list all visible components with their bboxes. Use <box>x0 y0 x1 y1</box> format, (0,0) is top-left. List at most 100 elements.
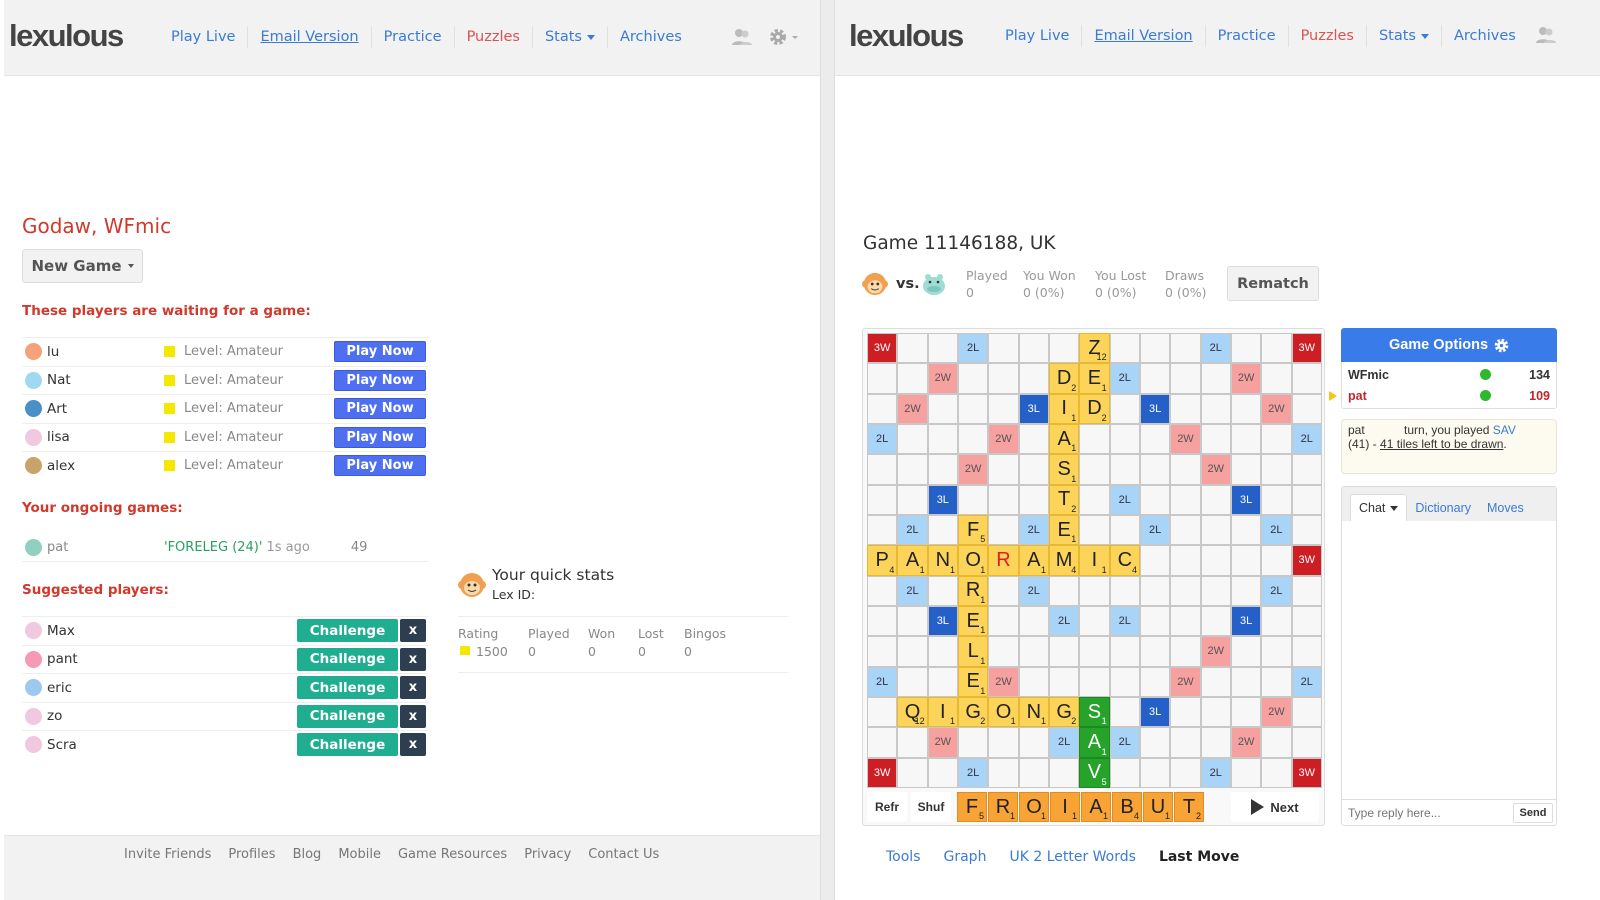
play-now-button[interactable]: Play Now <box>334 341 426 363</box>
tab-tools[interactable]: Tools <box>886 849 921 865</box>
board-tile[interactable]: A1 <box>1018 545 1049 576</box>
board-square[interactable] <box>1230 423 1262 455</box>
premium-square-3w[interactable]: 3W <box>1291 333 1322 364</box>
board-square[interactable] <box>897 636 928 667</box>
board-square[interactable] <box>927 757 958 788</box>
board-square[interactable] <box>1109 393 1140 424</box>
board-square[interactable] <box>867 696 898 728</box>
board-square[interactable] <box>897 333 928 364</box>
board-square[interactable] <box>1079 484 1110 515</box>
board-square[interactable] <box>1079 514 1110 546</box>
premium-square-2l[interactable]: 2L <box>1109 363 1140 394</box>
board-square[interactable] <box>957 423 989 455</box>
board-square[interactable] <box>988 393 1019 424</box>
dismiss-button[interactable]: x <box>400 704 426 728</box>
nav-email-version[interactable]: Email Version <box>1081 25 1204 47</box>
premium-square-2w[interactable]: 2W <box>927 363 958 394</box>
board-square[interactable] <box>1048 575 1080 606</box>
board-tile[interactable]: N1 <box>1018 696 1049 728</box>
logo[interactable]: lexulous <box>849 18 964 54</box>
board-square[interactable] <box>1079 636 1110 667</box>
board-square[interactable] <box>927 423 958 455</box>
challenge-button[interactable]: Challenge <box>297 619 398 643</box>
rack-tile[interactable]: I1 <box>1050 792 1080 822</box>
board-square[interactable] <box>927 454 958 485</box>
board-square[interactable] <box>1261 727 1292 758</box>
board-square[interactable] <box>897 423 928 455</box>
nav-puzzles[interactable]: Puzzles <box>453 26 532 48</box>
board-square[interactable] <box>897 605 928 637</box>
board-square[interactable] <box>1170 393 1201 424</box>
board-square[interactable] <box>1079 666 1110 697</box>
premium-square-2l[interactable]: 2L <box>1109 727 1140 758</box>
logo[interactable]: lexulous <box>9 18 124 54</box>
game-options-button[interactable]: Game Options <box>1341 328 1557 362</box>
board-tile[interactable]: G2 <box>1048 696 1080 728</box>
board-square[interactable] <box>1200 727 1231 758</box>
dismiss-button[interactable]: x <box>400 676 426 700</box>
board-square[interactable] <box>988 363 1019 394</box>
board-square[interactable] <box>1109 757 1140 788</box>
tab-moves[interactable]: Moves <box>1479 495 1532 521</box>
board-tile[interactable]: P4 <box>867 545 898 576</box>
board-tile[interactable]: A1 <box>1079 727 1110 758</box>
ongoing-game-row[interactable]: pat 'FORELEG (24)' 1s ago 49 <box>22 534 428 562</box>
board-square[interactable] <box>867 727 898 758</box>
player-name[interactable]: Art <box>47 401 67 417</box>
player-name[interactable]: Max <box>47 623 75 639</box>
premium-square-2l[interactable]: 2L <box>1261 514 1292 546</box>
board-tile[interactable]: C4 <box>1109 545 1140 576</box>
premium-square-3l[interactable]: 3L <box>1230 484 1262 515</box>
board-square[interactable] <box>1139 605 1171 637</box>
board-square[interactable] <box>1230 393 1262 424</box>
board-tile[interactable]: O1 <box>957 545 989 576</box>
board-square[interactable] <box>1170 333 1201 364</box>
play-now-button[interactable]: Play Now <box>334 369 426 391</box>
board-square[interactable] <box>1170 545 1201 576</box>
challenge-button[interactable]: Challenge <box>297 704 398 728</box>
board-square[interactable] <box>1048 636 1080 667</box>
rack-tile[interactable]: T2 <box>1174 792 1204 822</box>
board-square[interactable] <box>927 333 958 364</box>
board-square[interactable] <box>1170 605 1201 637</box>
rack-tile[interactable]: R1 <box>988 792 1018 822</box>
footer-link-mobile[interactable]: Mobile <box>338 847 381 862</box>
refresh-button[interactable]: Refr <box>867 792 907 822</box>
played-word-link[interactable]: SAV <box>1493 423 1516 437</box>
friends-icon[interactable] <box>1535 25 1557 50</box>
board-square[interactable] <box>1048 757 1080 788</box>
board-square[interactable] <box>1261 757 1292 788</box>
player-name[interactable]: Scra <box>47 737 77 753</box>
board-tile[interactable]: S1 <box>1079 696 1110 728</box>
challenge-button[interactable]: Challenge <box>297 647 398 671</box>
player-name[interactable]: eric <box>47 680 72 696</box>
board-square[interactable] <box>1291 696 1322 728</box>
chat-reply-input[interactable] <box>1342 805 1507 820</box>
board-square[interactable] <box>1018 636 1049 667</box>
board-square[interactable] <box>988 484 1019 515</box>
board-square[interactable] <box>1200 514 1231 546</box>
premium-square-2l[interactable]: 2L <box>1109 484 1140 515</box>
tab-chat[interactable]: Chat <box>1350 494 1408 521</box>
premium-square-2l[interactable]: 2L <box>957 757 989 788</box>
nav-stats[interactable]: Stats <box>1365 25 1441 47</box>
board-square[interactable] <box>1200 363 1231 394</box>
premium-square-2l[interactable]: 2L <box>1200 333 1231 364</box>
premium-square-2w[interactable]: 2W <box>957 454 989 485</box>
board-square[interactable] <box>988 605 1019 637</box>
board-square[interactable] <box>1230 333 1262 364</box>
premium-square-2w[interactable]: 2W <box>1170 423 1201 455</box>
board-square[interactable] <box>1230 545 1262 576</box>
friends-icon[interactable] <box>731 27 753 52</box>
board-square[interactable] <box>1139 454 1171 485</box>
premium-square-2l[interactable]: 2L <box>957 333 989 364</box>
nav-stats[interactable]: Stats <box>531 26 607 48</box>
board-square[interactable] <box>1170 454 1201 485</box>
board-square[interactable] <box>1018 727 1049 758</box>
premium-square-2w[interactable]: 2W <box>988 423 1019 455</box>
premium-square-3l[interactable]: 3L <box>927 605 958 637</box>
board-square[interactable] <box>1109 333 1140 364</box>
board-square[interactable] <box>1200 545 1231 576</box>
board-tile[interactable]: R <box>988 545 1019 576</box>
board-square[interactable] <box>927 575 958 606</box>
